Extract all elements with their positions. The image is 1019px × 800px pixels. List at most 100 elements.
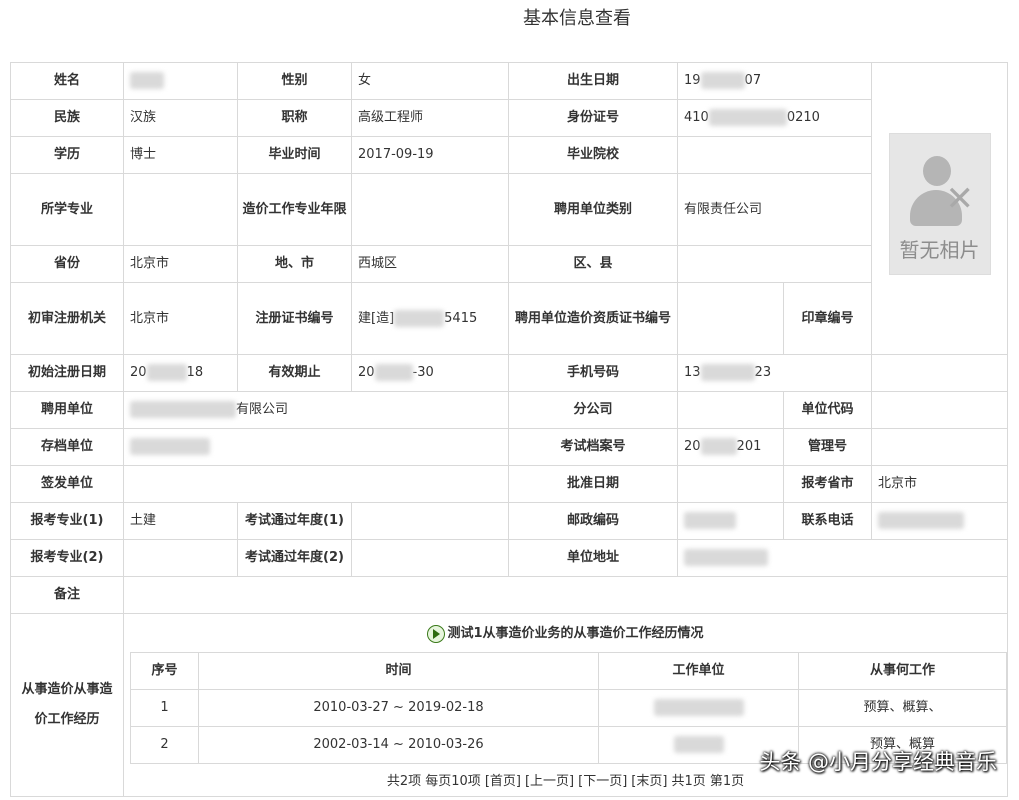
col-header-unit: 工作单位: [598, 652, 799, 690]
value-archive-unit: [123, 428, 509, 466]
value-exam-file-no: 20 201: [677, 428, 784, 466]
row-no: 2: [130, 726, 199, 764]
value-exam-major1: 土建: [123, 502, 238, 540]
value-remarks: [123, 576, 1008, 614]
value-initial-reg-date: 20 18: [123, 354, 238, 392]
basic-info-table: 姓名 性别 女 出生日期 19 07 ✕ 暂无相片 民族 汉族 职称 高级工程师 …: [10, 62, 1008, 797]
label-major: 所学专业: [10, 173, 124, 246]
label-employer-type: 聘用单位类别: [508, 173, 678, 246]
label-id-number: 身份证号: [508, 99, 678, 137]
value-employer: 有限公司: [123, 391, 509, 429]
pager-first-link[interactable]: [首页]: [485, 774, 521, 789]
value-valid-until: 20 -30: [351, 354, 509, 392]
label-mgmt-no: 管理号: [783, 428, 872, 466]
label-employer: 聘用单位: [10, 391, 124, 429]
value-seal-no: 5415: [871, 354, 1008, 392]
label-mobile: 手机号码: [508, 354, 678, 392]
value-gender: 女: [351, 62, 509, 100]
value-district: [677, 245, 872, 283]
row-no: 1: [130, 689, 199, 727]
label-exam-major2: 报考专业(2): [10, 539, 124, 577]
label-seal-no: 印章编号: [783, 282, 872, 355]
value-employer-qual-cert-no: [677, 282, 784, 355]
label-unit-code: 单位代码: [783, 391, 872, 429]
value-education: 博士: [123, 136, 238, 174]
value-cost-work-years: [351, 173, 509, 246]
label-name: 姓名: [10, 62, 124, 100]
value-reg-cert-no: 建[造] 5415: [351, 282, 509, 355]
value-initial-reg-authority: 北京市: [123, 282, 238, 355]
label-education: 学历: [10, 136, 124, 174]
label-city: 地、市: [237, 245, 352, 283]
row-period: 2002-03-14 ~ 2010-03-26: [198, 726, 599, 764]
pager-next-link[interactable]: [下一页]: [578, 774, 627, 789]
value-id-number: 410 0210: [677, 99, 872, 137]
label-archive-unit: 存档单位: [10, 428, 124, 466]
col-header-work: 从事何工作: [798, 652, 1007, 690]
value-title: 高级工程师: [351, 99, 509, 137]
label-grad-school: 毕业院校: [508, 136, 678, 174]
label-unit-address: 单位地址: [508, 539, 678, 577]
value-issuing-unit: [123, 465, 509, 503]
value-approval-date: [677, 465, 784, 503]
value-grad-time: 2017-09-19: [351, 136, 509, 174]
value-ethnicity: 汉族: [123, 99, 238, 137]
value-birth-date: 19 07: [677, 62, 872, 100]
value-exam-pass-year1: [351, 502, 509, 540]
label-gender: 性别: [237, 62, 352, 100]
label-ethnicity: 民族: [10, 99, 124, 137]
label-birth-date: 出生日期: [508, 62, 678, 100]
label-district: 区、县: [508, 245, 678, 283]
pager-summary: 共2项 每页10项: [386, 774, 481, 789]
value-unit-address: [677, 539, 1008, 577]
row-period: 2010-03-27 ~ 2019-02-18: [198, 689, 599, 727]
value-province: 北京市: [123, 245, 238, 283]
label-cost-work-years: 造价工作专业年限: [237, 173, 352, 246]
label-initial-reg-authority: 初审注册机关: [10, 282, 124, 355]
value-employer-type: 有限责任公司: [677, 173, 872, 246]
photo-cell: ✕ 暂无相片: [871, 62, 1008, 355]
label-reg-cert-no: 注册证书编号: [237, 282, 352, 355]
value-postcode: [677, 502, 784, 540]
label-experience: 从事造价从事造 价工作经历: [10, 613, 124, 797]
value-mgmt-no: [871, 428, 1008, 466]
label-grad-time: 毕业时间: [237, 136, 352, 174]
col-header-no: 序号: [130, 652, 199, 690]
pager-prev-link[interactable]: [上一页]: [525, 774, 574, 789]
pager-last-link[interactable]: [末页]: [631, 774, 667, 789]
label-approval-date: 批准日期: [508, 465, 678, 503]
label-valid-until: 有效期止: [237, 354, 352, 392]
label-exam-province: 报考省市: [783, 465, 872, 503]
watermark: 头条 @小月分享经典音乐: [759, 750, 997, 774]
avatar-placeholder-icon: ✕ 暂无相片: [888, 133, 991, 275]
col-header-period: 时间: [198, 652, 599, 690]
label-province: 省份: [10, 245, 124, 283]
value-exam-pass-year2: [351, 539, 509, 577]
value-exam-province: 北京市: [871, 465, 1008, 503]
page-title: 基本信息查看: [523, 8, 631, 29]
table-row: 1 2010-03-27 ~ 2019-02-18 预算、概算、: [130, 689, 1007, 727]
value-major: [123, 173, 238, 246]
photo-placeholder-text: 暂无相片: [899, 238, 980, 262]
label-issuing-unit: 签发单位: [10, 465, 124, 503]
value-branch: [677, 391, 784, 429]
label-branch: 分公司: [508, 391, 678, 429]
value-exam-major2: [123, 539, 238, 577]
play-icon[interactable]: [427, 624, 446, 643]
label-exam-file-no: 考试档案号: [508, 428, 678, 466]
row-unit: [598, 689, 799, 727]
label-exam-pass-year1: 考试通过年度(1): [237, 502, 352, 540]
label-initial-reg-date: 初始注册日期: [10, 354, 124, 392]
experience-title: 测试1从事造价业务的从事造价工作经历情况: [125, 615, 1007, 653]
label-exam-major1: 报考专业(1): [10, 502, 124, 540]
value-city: 西城区: [351, 245, 509, 283]
value-name: [123, 62, 238, 100]
label-employer-qual-cert-no: 聘用单位造价资质证书编号: [508, 282, 678, 355]
value-phone: [871, 502, 1008, 540]
value-mobile: 13 23: [677, 354, 872, 392]
label-postcode: 邮政编码: [508, 502, 678, 540]
row-work: 预算、概算、: [798, 689, 1007, 727]
pager-status: 共1页 第1页: [671, 774, 745, 789]
label-phone: 联系电话: [783, 502, 872, 540]
value-grad-school: [677, 136, 872, 174]
